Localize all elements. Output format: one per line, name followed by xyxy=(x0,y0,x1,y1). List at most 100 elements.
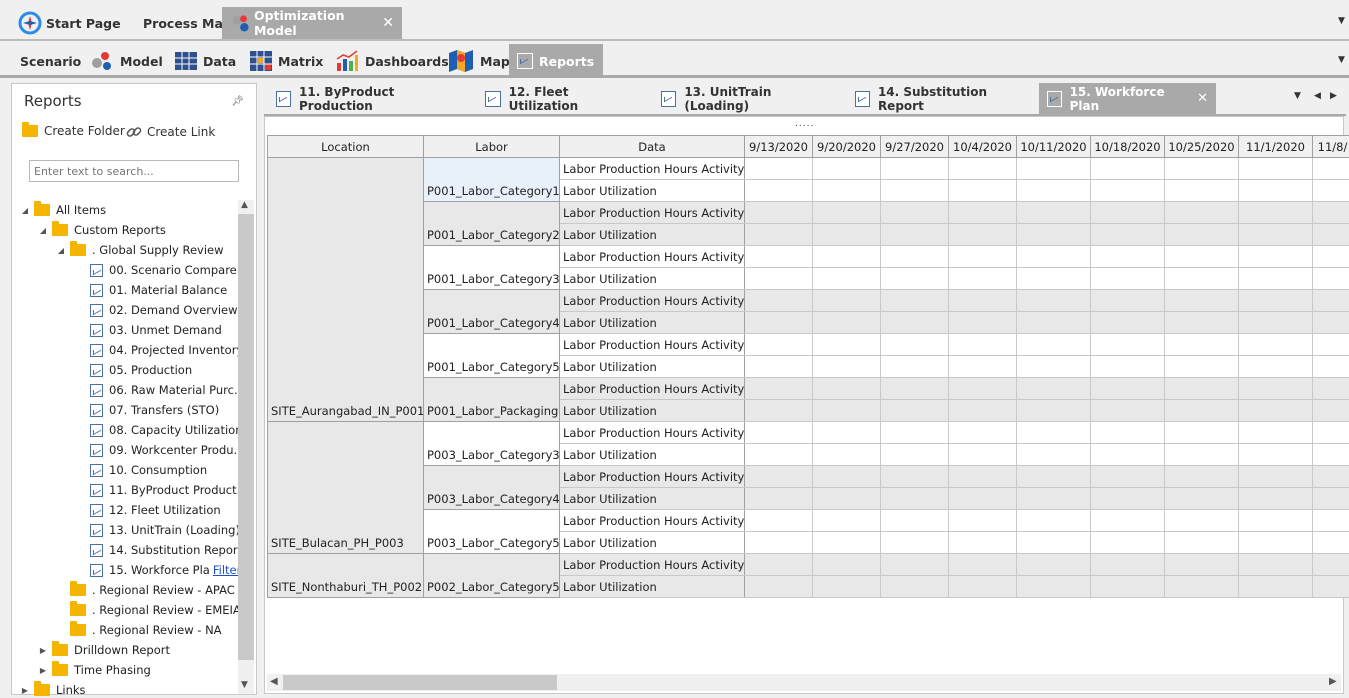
labor-cell[interactable]: P001_Labor_Category5 xyxy=(423,333,560,378)
value-cell[interactable] xyxy=(880,443,949,466)
tree-report-item[interactable]: 11. ByProduct Product... xyxy=(90,480,238,500)
value-cell[interactable] xyxy=(812,267,881,290)
value-cell[interactable] xyxy=(812,509,881,532)
date-column-header[interactable]: 9/27/2020 xyxy=(880,135,949,158)
tree-report-item[interactable]: 15. Workforce PlaFilter xyxy=(90,560,238,580)
value-cell[interactable] xyxy=(948,487,1017,510)
filter-link[interactable]: Filter xyxy=(213,563,238,577)
value-cell[interactable] xyxy=(1090,289,1165,312)
data-label-cell[interactable]: Labor Utilization xyxy=(559,355,745,378)
data-label-cell[interactable]: Labor Production Hours Activity xyxy=(559,245,745,268)
value-cell[interactable] xyxy=(880,245,949,268)
value-cell[interactable] xyxy=(1164,245,1239,268)
value-cell[interactable] xyxy=(1312,377,1349,400)
tree-folder[interactable]: ◢ . Global Supply Review xyxy=(56,240,224,260)
labor-cell[interactable]: P001_Labor_Category1 xyxy=(423,157,560,202)
date-column-header[interactable]: 9/20/2020 xyxy=(812,135,881,158)
data-label-cell[interactable]: Labor Utilization xyxy=(559,487,745,510)
horizontal-scrollbar[interactable]: ◀ ▶ xyxy=(267,674,1341,691)
value-cell[interactable] xyxy=(744,311,813,334)
value-cell[interactable] xyxy=(880,575,949,598)
value-cell[interactable] xyxy=(1238,157,1313,180)
close-icon[interactable]: ✕ xyxy=(382,15,394,31)
tree-folder[interactable]: ◢ All Items xyxy=(20,200,106,220)
date-column-header[interactable]: 9/13/2020 xyxy=(744,135,813,158)
value-cell[interactable] xyxy=(1016,333,1091,356)
value-cell[interactable] xyxy=(1312,157,1349,180)
value-cell[interactable] xyxy=(1016,245,1091,268)
value-cell[interactable] xyxy=(812,179,881,202)
tree-report-item[interactable]: 08. Capacity Utilization xyxy=(90,420,238,440)
value-cell[interactable] xyxy=(880,531,949,554)
tree-report-item[interactable]: 05. Production xyxy=(90,360,192,380)
expand-arrow-icon[interactable]: ▶ xyxy=(38,666,48,675)
labor-cell[interactable]: P002_Labor_Category5 xyxy=(423,553,560,598)
tree-report-item[interactable]: 01. Material Balance xyxy=(90,280,227,300)
value-cell[interactable] xyxy=(880,179,949,202)
scroll-down-icon[interactable]: ▼ xyxy=(241,680,248,690)
value-cell[interactable] xyxy=(1164,509,1239,532)
ribbon-map[interactable]: Map xyxy=(440,44,518,78)
value-cell[interactable] xyxy=(1164,289,1239,312)
value-cell[interactable] xyxy=(1312,179,1349,202)
value-cell[interactable] xyxy=(880,289,949,312)
value-cell[interactable] xyxy=(1090,399,1165,422)
value-cell[interactable] xyxy=(1312,333,1349,356)
data-label-cell[interactable]: Labor Production Hours Activity xyxy=(559,289,745,312)
value-cell[interactable] xyxy=(1312,289,1349,312)
value-cell[interactable] xyxy=(744,201,813,224)
data-label-cell[interactable]: Labor Production Hours Activity xyxy=(559,465,745,488)
value-cell[interactable] xyxy=(948,179,1017,202)
value-cell[interactable] xyxy=(948,399,1017,422)
value-cell[interactable] xyxy=(948,267,1017,290)
labor-cell[interactable]: P001_Labor_Category4 xyxy=(423,289,560,334)
value-cell[interactable] xyxy=(1238,355,1313,378)
date-column-header[interactable]: 10/4/2020 xyxy=(948,135,1017,158)
value-cell[interactable] xyxy=(812,553,881,576)
value-cell[interactable] xyxy=(1016,223,1091,246)
report-tab[interactable]: 11. ByProduct Production xyxy=(268,83,468,114)
tree-report-item[interactable]: 04. Projected Inventory xyxy=(90,340,238,360)
ribbon-scenario[interactable]: Scenario xyxy=(12,44,89,78)
value-cell[interactable] xyxy=(1164,575,1239,598)
column-header[interactable]: Location xyxy=(267,135,424,158)
close-icon[interactable]: ✕ xyxy=(1197,91,1208,106)
data-label-cell[interactable]: Labor Utilization xyxy=(559,267,745,290)
value-cell[interactable] xyxy=(1164,399,1239,422)
tree-report-item[interactable]: 00. Scenario Compare xyxy=(90,260,237,280)
value-cell[interactable] xyxy=(1238,509,1313,532)
value-cell[interactable] xyxy=(744,355,813,378)
value-cell[interactable] xyxy=(744,553,813,576)
value-cell[interactable] xyxy=(948,421,1017,444)
value-cell[interactable] xyxy=(744,421,813,444)
date-column-header[interactable]: 11/1/2020 xyxy=(1238,135,1313,158)
tree-report-item[interactable]: 12. Fleet Utilization xyxy=(90,500,221,520)
expand-arrow-icon[interactable]: ▶ xyxy=(38,646,48,655)
value-cell[interactable] xyxy=(744,267,813,290)
drag-handle[interactable]: ..... xyxy=(795,119,814,129)
value-cell[interactable] xyxy=(812,355,881,378)
ribbon-matrix[interactable]: Matrix xyxy=(242,44,331,78)
value-cell[interactable] xyxy=(1238,267,1313,290)
value-cell[interactable] xyxy=(1090,575,1165,598)
value-cell[interactable] xyxy=(1312,509,1349,532)
vertical-scrollbar[interactable]: ▲ ▼ xyxy=(238,200,254,694)
column-header[interactable]: Labor xyxy=(423,135,560,158)
collapse-arrow-icon[interactable]: ◢ xyxy=(38,226,48,235)
value-cell[interactable] xyxy=(1016,399,1091,422)
value-cell[interactable] xyxy=(1312,201,1349,224)
value-cell[interactable] xyxy=(948,377,1017,400)
value-cell[interactable] xyxy=(1090,421,1165,444)
value-cell[interactable] xyxy=(1090,333,1165,356)
value-cell[interactable] xyxy=(880,157,949,180)
ribbon-overflow-icon[interactable]: ▼ xyxy=(1338,55,1345,65)
value-cell[interactable] xyxy=(744,575,813,598)
data-label-cell[interactable]: Labor Production Hours Activity xyxy=(559,333,745,356)
value-cell[interactable] xyxy=(1238,245,1313,268)
tree-folder[interactable]: . Regional Review - NA xyxy=(56,620,222,640)
value-cell[interactable] xyxy=(1164,179,1239,202)
value-cell[interactable] xyxy=(744,333,813,356)
value-cell[interactable] xyxy=(1016,465,1091,488)
value-cell[interactable] xyxy=(1238,553,1313,576)
create-folder-button[interactable]: Create Folder xyxy=(22,122,125,138)
